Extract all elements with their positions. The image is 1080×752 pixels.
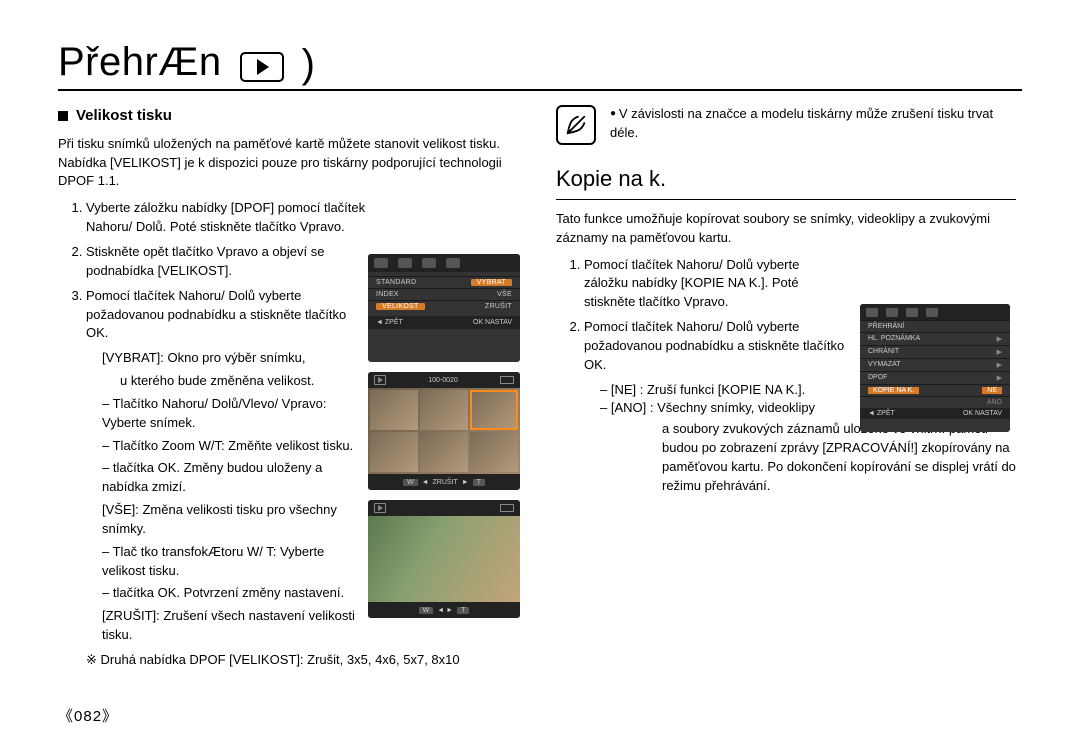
title-row: PřehrÆn ) bbox=[58, 40, 1022, 85]
lcd4-row5: DPOF▶ bbox=[860, 371, 1010, 384]
lcd1-r3l: VELIKOST bbox=[376, 303, 425, 310]
zoom-t: T bbox=[457, 607, 469, 614]
lcd1-r2l: INDEX bbox=[376, 291, 399, 298]
lcd3-top bbox=[368, 500, 520, 516]
paren-icon: ) bbox=[302, 42, 315, 87]
lcd4-row3: CHRÁNIT▶ bbox=[860, 345, 1010, 358]
thumbnail-grid bbox=[368, 388, 520, 474]
title-rule bbox=[58, 89, 1022, 91]
play-mode-icon bbox=[374, 503, 386, 513]
manual-page: PřehrÆn ) Velikost tisku Při tisku snímk… bbox=[0, 0, 1080, 752]
note-text: V závislosti na značce a modelu tiskárny… bbox=[610, 105, 1016, 143]
camera-icon bbox=[374, 258, 388, 268]
thumb bbox=[370, 390, 418, 430]
page-title: PřehrÆn bbox=[58, 40, 222, 85]
lcd4-row1: PŘEHRÁNÍ bbox=[860, 320, 1010, 332]
zoom-control: W◄ ZRUŠIT ►T bbox=[403, 479, 485, 486]
lcd4-row2: HL. POZNÁMKA▶ bbox=[860, 332, 1010, 345]
lcd4-r4: VYMAZAT bbox=[868, 361, 901, 369]
lcd-single-image: W◄ ►T OK NASTAV bbox=[368, 500, 520, 618]
setup-icon bbox=[446, 258, 460, 268]
lcd1-row2: INDEX VŠE bbox=[368, 288, 520, 300]
sound-icon bbox=[422, 258, 436, 268]
play-mode-icon bbox=[374, 375, 386, 385]
lcd2-filenum: 100-0020 bbox=[428, 377, 458, 384]
lcd4-foot: ZPĚT OK NASTAV bbox=[860, 408, 1010, 419]
lcd4-row6: KOPIE NA K. NE bbox=[860, 384, 1010, 396]
left-step-1: Vyberte záložku nabídky [DPOF] pomocí tl… bbox=[86, 199, 518, 237]
sound-icon bbox=[906, 308, 918, 317]
lcd-thumbnail-grid: 100-0020 W◄ ZRUŠIT ►T OK NASTAV bbox=[368, 372, 520, 490]
zoom-t: T bbox=[473, 479, 485, 486]
thumb bbox=[420, 432, 468, 472]
lcd4-r3: CHRÁNIT bbox=[868, 348, 899, 356]
lcd1-r2r: VŠE bbox=[497, 291, 512, 298]
thumb bbox=[420, 390, 468, 430]
page-number: 082 bbox=[58, 705, 118, 726]
thumb bbox=[470, 432, 518, 472]
lcd4-row7: ANO bbox=[860, 396, 1010, 408]
lcd1-row1: STANDARD VYBRAT bbox=[368, 276, 520, 288]
camera-icon bbox=[866, 308, 878, 317]
lcd2-bot: W◄ ZRUŠIT ►T bbox=[368, 474, 520, 490]
thumb bbox=[370, 432, 418, 472]
lcd3-bot: W◄ ►T bbox=[368, 602, 520, 618]
lcd1-body: STANDARD VYBRAT INDEX VŠE VELIKOST ZRUŠIT bbox=[368, 272, 520, 316]
zoom-control: W◄ ►T bbox=[419, 607, 470, 614]
lcd1-back: ZPĚT bbox=[376, 319, 403, 326]
lcd1-r1r: VYBRAT bbox=[471, 279, 512, 286]
right-rule bbox=[556, 199, 1016, 200]
thumb-selected bbox=[470, 390, 518, 430]
lcd1-ok: OK NASTAV bbox=[473, 319, 512, 326]
playback-icon bbox=[240, 52, 284, 82]
left-heading-text: Velikost tisku bbox=[76, 105, 172, 127]
lcd4-ano: ANO bbox=[987, 399, 1002, 406]
lcd2-mid: ZRUŠIT bbox=[433, 479, 458, 486]
right-heading: Kopie na k. bbox=[556, 163, 1016, 195]
square-bullet-icon bbox=[58, 111, 68, 121]
lcd2-photo-area bbox=[368, 388, 520, 474]
lcd1-r3r: ZRUŠIT bbox=[485, 303, 512, 310]
left-heading: Velikost tisku bbox=[58, 105, 518, 127]
lcd-dpof-menu: STANDARD VYBRAT INDEX VŠE VELIKOST ZRUŠIT Z… bbox=[368, 254, 520, 362]
note-row: V závislosti na značce a modelu tiskárny… bbox=[556, 105, 1016, 145]
lcd1-row3: VELIKOST ZRUŠIT bbox=[368, 300, 520, 312]
lcd1-r1l: STANDARD bbox=[376, 279, 416, 286]
zoom-w: W bbox=[403, 479, 418, 486]
play-tab-icon bbox=[886, 308, 898, 317]
play-tab-icon bbox=[398, 258, 412, 268]
lcd3-photo bbox=[368, 516, 520, 602]
lcd4-row4: VYMAZAT▶ bbox=[860, 358, 1010, 371]
left-intro: Při tisku snímků uložených na paměťové k… bbox=[58, 135, 518, 192]
zoom-w: W bbox=[419, 607, 434, 614]
lcd1-top bbox=[368, 254, 520, 272]
lcd4-r1: PŘEHRÁNÍ bbox=[868, 323, 904, 330]
lcd4-r6: KOPIE NA K. bbox=[868, 387, 919, 394]
lcd4-r5: DPOF bbox=[868, 374, 887, 382]
lcd4-top bbox=[860, 304, 1010, 320]
lcd4-back: ZPĚT bbox=[868, 410, 895, 417]
lcd4-ok: OK NASTAV bbox=[963, 410, 1002, 417]
battery-icon bbox=[500, 504, 514, 512]
left-footnote: Druhá nabídka DPOF [VELIKOST]: Zrušit, 3… bbox=[86, 651, 518, 670]
lcd2-top: 100-0020 bbox=[368, 372, 520, 388]
lcd4-ne: NE bbox=[982, 387, 1002, 394]
battery-icon bbox=[500, 376, 514, 384]
setup-icon bbox=[926, 308, 938, 317]
right-intro: Tato funkce umožňuje kopírovat soubory s… bbox=[556, 210, 1016, 248]
lcd-copy-menu: PŘEHRÁNÍ HL. POZNÁMKA▶ CHRÁNIT▶ VYMAZAT▶… bbox=[860, 304, 1010, 432]
lcd1-foot: ZPĚT OK NASTAV bbox=[368, 316, 520, 329]
lcd4-r2: HL. POZNÁMKA bbox=[868, 335, 920, 343]
note-icon bbox=[556, 105, 596, 145]
